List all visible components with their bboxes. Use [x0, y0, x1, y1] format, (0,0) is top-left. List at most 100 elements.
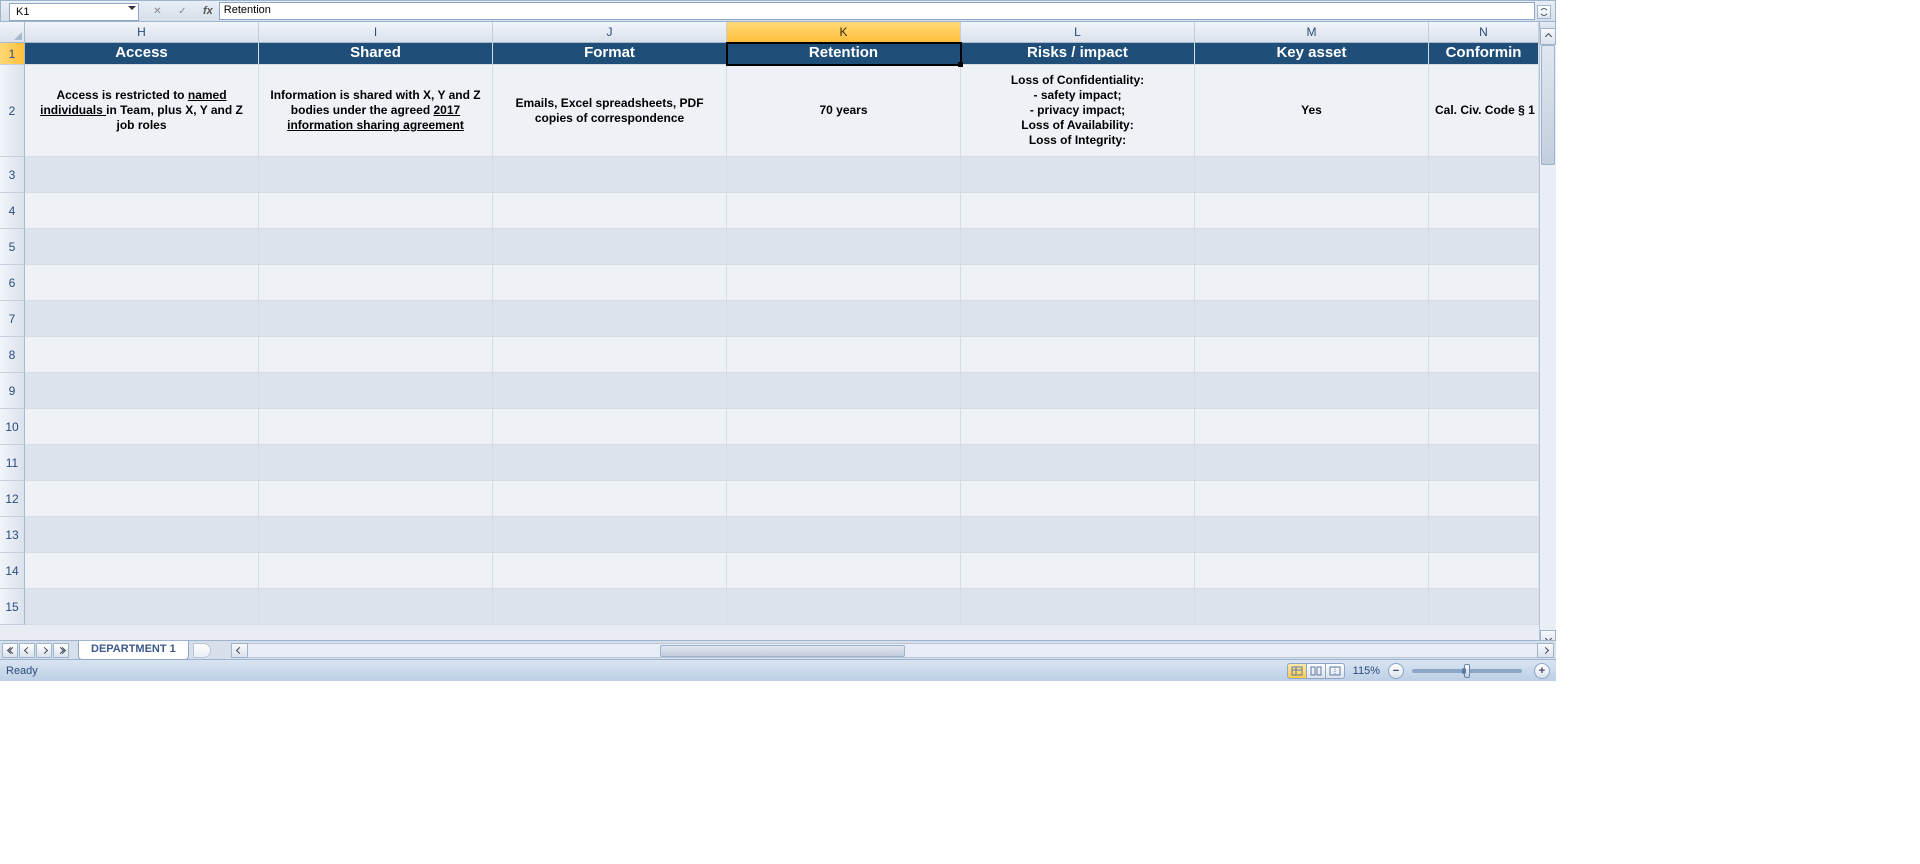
row-header-5[interactable]: 5 [0, 229, 25, 265]
vertical-scroll-thumb[interactable] [1541, 45, 1555, 165]
cell-N2[interactable]: Cal. Civ. Code § 1 [1429, 65, 1539, 157]
cell-K13[interactable] [727, 517, 961, 553]
tab-next-button[interactable] [36, 643, 52, 658]
cell-L3[interactable] [961, 157, 1195, 193]
cell-L7[interactable] [961, 301, 1195, 337]
cell-M4[interactable] [1195, 193, 1429, 229]
cell-N7[interactable] [1429, 301, 1539, 337]
cell-L13[interactable] [961, 517, 1195, 553]
horizontal-scroll-thumb[interactable] [660, 645, 905, 657]
cell-H8[interactable] [25, 337, 259, 373]
cell-I4[interactable] [259, 193, 493, 229]
cell-M9[interactable] [1195, 373, 1429, 409]
cell-H14[interactable] [25, 553, 259, 589]
cell-K9[interactable] [727, 373, 961, 409]
col-header-K[interactable]: K [727, 22, 961, 43]
cell-J14[interactable] [493, 553, 727, 589]
row-header-7[interactable]: 7 [0, 301, 25, 337]
cell-J7[interactable] [493, 301, 727, 337]
cell-H11[interactable] [25, 445, 259, 481]
cell-I10[interactable] [259, 409, 493, 445]
cell-I2[interactable]: Information is shared with X, Y and Z bo… [259, 65, 493, 157]
row-header-6[interactable]: 6 [0, 265, 25, 301]
cell-K14[interactable] [727, 553, 961, 589]
cell-I14[interactable] [259, 553, 493, 589]
sheet-tab-active[interactable]: DEPARTMENT 1 [78, 641, 189, 660]
cell-L4[interactable] [961, 193, 1195, 229]
cell-I1[interactable]: Shared [259, 43, 493, 65]
cell-K11[interactable] [727, 445, 961, 481]
cell-M13[interactable] [1195, 517, 1429, 553]
cell-L2[interactable]: Loss of Confidentiality: - safety impact… [961, 65, 1195, 157]
horizontal-scrollbar[interactable] [231, 643, 1554, 658]
cell-I9[interactable] [259, 373, 493, 409]
cell-H7[interactable] [25, 301, 259, 337]
formula-input[interactable]: Retention [219, 2, 1535, 20]
cell-M11[interactable] [1195, 445, 1429, 481]
row-header-4[interactable]: 4 [0, 193, 25, 229]
cell-H6[interactable] [25, 265, 259, 301]
scroll-right-button[interactable] [1537, 643, 1554, 658]
cell-N15[interactable] [1429, 589, 1539, 625]
cell-M2[interactable]: Yes [1195, 65, 1429, 157]
cell-J9[interactable] [493, 373, 727, 409]
cell-N13[interactable] [1429, 517, 1539, 553]
cell-N9[interactable] [1429, 373, 1539, 409]
row-header-14[interactable]: 14 [0, 553, 25, 589]
cell-L8[interactable] [961, 337, 1195, 373]
cell-J6[interactable] [493, 265, 727, 301]
cell-M6[interactable] [1195, 265, 1429, 301]
cell-N1[interactable]: Conformin [1429, 43, 1539, 65]
row-header-3[interactable]: 3 [0, 157, 25, 193]
scroll-left-button[interactable] [231, 643, 248, 658]
col-header-J[interactable]: J [493, 22, 727, 43]
zoom-level[interactable]: 115% [1353, 665, 1380, 677]
cell-J11[interactable] [493, 445, 727, 481]
cell-H13[interactable] [25, 517, 259, 553]
vertical-split-handle[interactable] [1539, 21, 1556, 28]
cell-H1[interactable]: Access [25, 43, 259, 65]
cell-N12[interactable] [1429, 481, 1539, 517]
fx-label[interactable]: fx [203, 5, 213, 17]
cancel-icon[interactable]: ✕ [153, 6, 161, 17]
cell-H2[interactable]: Access is restricted to named individual… [25, 65, 259, 157]
tab-last-button[interactable] [53, 643, 69, 658]
expand-formula-bar-button[interactable] [1537, 5, 1551, 19]
cell-J5[interactable] [493, 229, 727, 265]
cell-H9[interactable] [25, 373, 259, 409]
row-header-1[interactable]: 1 [0, 43, 25, 65]
cell-K8[interactable] [727, 337, 961, 373]
cell-M8[interactable] [1195, 337, 1429, 373]
cell-M15[interactable] [1195, 589, 1429, 625]
cell-M5[interactable] [1195, 229, 1429, 265]
cell-H5[interactable] [25, 229, 259, 265]
cell-I8[interactable] [259, 337, 493, 373]
cell-I3[interactable] [259, 157, 493, 193]
name-box-dropdown-icon[interactable] [128, 6, 136, 10]
cell-I6[interactable] [259, 265, 493, 301]
col-header-H[interactable]: H [25, 22, 259, 43]
enter-icon[interactable]: ✓ [178, 6, 186, 17]
cell-I15[interactable] [259, 589, 493, 625]
cell-H3[interactable] [25, 157, 259, 193]
cell-K6[interactable] [727, 265, 961, 301]
row-header-11[interactable]: 11 [0, 445, 25, 481]
row-header-10[interactable]: 10 [0, 409, 25, 445]
cell-H10[interactable] [25, 409, 259, 445]
cell-N6[interactable] [1429, 265, 1539, 301]
zoom-in-button[interactable]: + [1534, 663, 1550, 679]
cell-M1[interactable]: Key asset [1195, 43, 1429, 65]
cell-L1[interactable]: Risks / impact [961, 43, 1195, 65]
row-header-8[interactable]: 8 [0, 337, 25, 373]
cell-L9[interactable] [961, 373, 1195, 409]
cell-I13[interactable] [259, 517, 493, 553]
col-header-M[interactable]: M [1195, 22, 1429, 43]
row-header-9[interactable]: 9 [0, 373, 25, 409]
col-header-I[interactable]: I [259, 22, 493, 43]
view-normal-button[interactable] [1287, 663, 1307, 679]
cell-J4[interactable] [493, 193, 727, 229]
cell-L6[interactable] [961, 265, 1195, 301]
vertical-scrollbar[interactable] [1539, 28, 1556, 647]
cell-K4[interactable] [727, 193, 961, 229]
cell-K5[interactable] [727, 229, 961, 265]
